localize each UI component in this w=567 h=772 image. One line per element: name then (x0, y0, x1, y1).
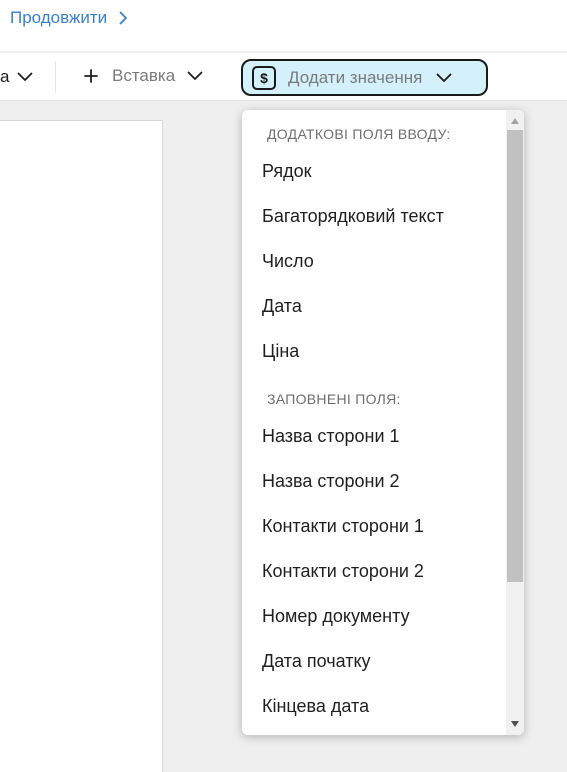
add-value-label: Додати значення (288, 67, 423, 87)
menu-item-price[interactable]: Ціна (262, 341, 502, 362)
plus-icon (84, 69, 98, 83)
menu-item-party-2-contacts[interactable]: Контакти сторони 2 (262, 561, 502, 582)
dollar-icon: $ (252, 65, 276, 90)
continue-label: Продовжити (10, 8, 108, 27)
document-page[interactable] (0, 120, 163, 772)
menu-item-number[interactable]: Число (262, 251, 502, 272)
chevron-right-icon (119, 11, 128, 25)
scroll-up-arrow-icon[interactable] (510, 116, 520, 126)
add-value-dropdown-menu: ДОДАТКОВІ ПОЛЯ ВВОДУ: Рядок Багаторядков… (242, 110, 524, 735)
menu-item-party-1-contacts[interactable]: Контакти сторони 1 (262, 516, 502, 537)
menu-item-party-2-name[interactable]: Назва сторони 2 (262, 471, 502, 492)
dropdown-scrollbar[interactable] (506, 110, 524, 735)
insert-label: Вставка (112, 66, 176, 85)
toolbar: а Вставка $ Додати значення (0, 53, 567, 101)
section-extra-fields-heading: ДОДАТКОВІ ПОЛЯ ВВОДУ: (267, 126, 451, 142)
menu-item-start-date[interactable]: Дата початку (262, 651, 502, 672)
toolbar-cut-label: а (0, 67, 10, 86)
menu-item-multiline-text[interactable]: Багаторядковий текст (262, 206, 502, 227)
insert-dropdown-button[interactable]: Вставка (84, 66, 203, 86)
chevron-down-icon (17, 72, 33, 82)
chevron-down-icon (436, 73, 452, 83)
menu-item-document-number[interactable]: Номер документу (262, 606, 502, 627)
menu-item-party-1-name[interactable]: Назва сторони 1 (262, 426, 502, 447)
toolbar-cut-dropdown[interactable]: а (0, 67, 33, 87)
menu-item-date[interactable]: Дата (262, 296, 502, 317)
menu-item-end-date[interactable]: Кінцева дата (262, 696, 502, 717)
add-value-dropdown-button[interactable]: $ Додати значення (241, 59, 488, 96)
chevron-down-icon (187, 71, 203, 81)
scroll-down-arrow-icon[interactable] (510, 719, 520, 729)
menu-item-string[interactable]: Рядок (262, 161, 502, 182)
continue-link[interactable]: Продовжити (10, 8, 128, 28)
section-filled-fields-heading: ЗАПОВНЕНІ ПОЛЯ: (267, 391, 401, 407)
toolbar-separator (55, 61, 56, 93)
scrollbar-thumb[interactable] (507, 130, 523, 582)
